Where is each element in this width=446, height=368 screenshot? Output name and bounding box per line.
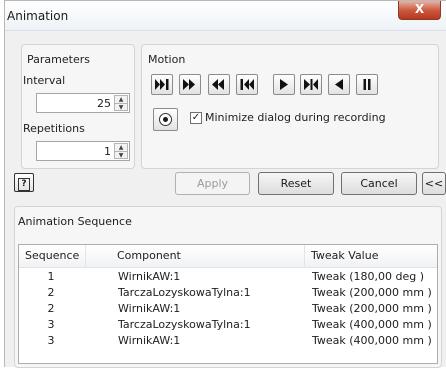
repetitions-value: 1: [104, 145, 111, 158]
cell-sequence: 3: [47, 334, 55, 347]
fast-forward-button[interactable]: [179, 74, 201, 95]
motion-label: Motion: [148, 53, 186, 66]
pause-icon: [363, 79, 371, 90]
column-header-sequence[interactable]: Sequence: [19, 245, 86, 267]
interval-arrows[interactable]: ▲ ▼: [114, 95, 128, 111]
fast-forward-icon: [183, 79, 195, 90]
parameters-label: Parameters: [27, 53, 90, 66]
column-header-tweak-value[interactable]: Tweak Value: [305, 245, 439, 267]
help-icon: ?: [18, 178, 30, 191]
collapse-button[interactable]: <<: [422, 172, 446, 195]
cell-sequence: 2: [47, 286, 55, 299]
cell-sequence: 3: [47, 318, 55, 331]
help-button[interactable]: ?: [14, 173, 34, 192]
motion-group: [141, 44, 439, 169]
close-icon: X: [414, 2, 425, 16]
rewind-button[interactable]: [208, 74, 230, 95]
spin-up-icon[interactable]: ▲: [115, 144, 127, 151]
cell-component: TarczaLozyskowaTylna:1: [118, 318, 251, 331]
table-header: Sequence Component Tweak Value: [19, 245, 437, 268]
sequence-table[interactable]: Sequence Component Tweak Value 1 WirnikA…: [18, 244, 438, 364]
play-icon: [280, 79, 288, 90]
cell-tweak-value: Tweak (200,000 mm ): [312, 302, 432, 315]
record-dot: [163, 117, 168, 122]
spin-down-icon[interactable]: ▼: [115, 151, 127, 159]
cell-tweak-value: Tweak (400,000 mm ): [312, 334, 432, 347]
spin-up-icon[interactable]: ▲: [115, 96, 127, 103]
spin-down-icon[interactable]: ▼: [115, 103, 127, 111]
table-row[interactable]: 2 TarczaLozyskowaTylna:1 Tweak (200,000 …: [19, 285, 437, 300]
table-row[interactable]: 2 WirnikAW:1 Tweak (200,000 mm ): [19, 301, 437, 316]
interval-spinner[interactable]: 25 ▲ ▼: [36, 93, 130, 113]
apply-button[interactable]: Apply: [175, 172, 250, 195]
cell-component: WirnikAW:1: [118, 302, 181, 315]
repetitions-arrows[interactable]: ▲ ▼: [114, 143, 128, 159]
title-bar[interactable]: Animation X: [5, 1, 446, 31]
table-row[interactable]: 1 WirnikAW:1 Tweak (180,00 deg ): [19, 269, 437, 284]
cell-sequence: 2: [47, 302, 55, 315]
cell-sequence: 1: [47, 270, 55, 283]
interval-value: 25: [97, 97, 111, 110]
cell-tweak-value: Tweak (200,000 mm ): [312, 286, 432, 299]
cell-component: TarczaLozyskowaTylna:1: [118, 286, 251, 299]
table-row[interactable]: 3 TarczaLozyskowaTylna:1 Tweak (400,000 …: [19, 317, 437, 332]
record-button[interactable]: [153, 108, 178, 131]
repetitions-spinner[interactable]: 1 ▲ ▼: [36, 141, 130, 161]
skip-to-end-button[interactable]: [151, 74, 173, 95]
skip-to-start-button[interactable]: [236, 74, 258, 95]
cell-component: WirnikAW:1: [118, 270, 181, 283]
play-reverse-icon: [335, 79, 343, 90]
close-button[interactable]: X: [398, 1, 441, 20]
animation-dialog: Animation X Parameters Interval 25 ▲ ▼ R…: [4, 0, 446, 368]
rewind-icon: [212, 79, 224, 90]
step-end-button[interactable]: [300, 74, 322, 95]
interval-label: Interval: [23, 74, 66, 87]
column-header-component[interactable]: Component: [111, 245, 305, 267]
minimize-checkbox[interactable]: ✓: [190, 112, 202, 124]
step-end-icon: [304, 79, 318, 90]
play-reverse-button[interactable]: [328, 74, 350, 95]
skip-to-end-icon: [155, 79, 169, 90]
reset-button[interactable]: Reset: [258, 172, 334, 195]
cell-component: WirnikAW:1: [118, 334, 181, 347]
table-row[interactable]: 3 WirnikAW:1 Tweak (400,000 mm ): [19, 333, 437, 348]
cell-tweak-value: Tweak (180,00 deg ): [312, 270, 425, 283]
skip-to-start-icon: [240, 79, 254, 90]
pause-button[interactable]: [356, 74, 378, 95]
window-title: Animation: [7, 9, 69, 23]
cell-tweak-value: Tweak (400,000 mm ): [312, 318, 432, 331]
minimize-label[interactable]: Minimize dialog during recording: [205, 111, 386, 124]
repetitions-label: Repetitions: [23, 122, 85, 135]
play-button[interactable]: [273, 74, 295, 95]
cancel-button[interactable]: Cancel: [341, 172, 417, 195]
animation-sequence-label: Animation Sequence: [18, 215, 132, 228]
